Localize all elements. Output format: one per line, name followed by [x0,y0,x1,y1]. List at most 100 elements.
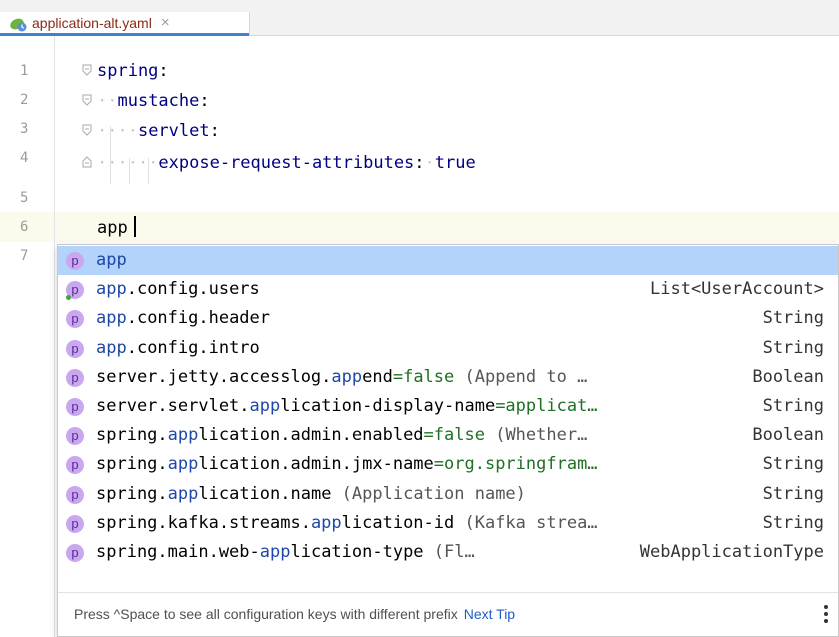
completion-item-text: app [96,246,127,275]
line-number-gutter: 1 2 3 4 5 6 7 [0,36,55,637]
completion-popup[interactable]: p app p app.config.users List<UserAccount> p a… [57,244,839,637]
fold-close-icon[interactable] [82,156,92,168]
completion-match: app [331,366,363,387]
completion-prefix: spring.kafka.streams. [96,512,311,533]
hint-text: Press ^Space to see all configuration ke… [74,606,458,622]
completion-item[interactable]: p app [58,246,838,275]
property-icon: p [66,456,84,475]
completion-item[interactable]: p server.servlet.application-display-name… [58,392,838,421]
completion-suffix: .config.intro [126,337,260,358]
editor-tab-bar: application-alt.yaml × [0,0,839,36]
completion-match: app [96,337,127,358]
completion-match: app [96,279,127,300]
completion-item[interactable]: p spring.kafka.streams.application-id (Ka… [58,509,838,538]
yaml-colon: : [209,121,220,141]
completion-item-type: String [762,483,824,504]
yaml-key: servlet [137,121,210,141]
completion-description: (Append to … [454,366,588,387]
completion-item[interactable]: p spring.application.name (Application na… [58,480,838,509]
property-icon: p [66,252,84,270]
property-icon: p [66,427,84,446]
completion-item[interactable]: p app.config.header String [58,304,838,333]
completion-prefix: server.jetty.accesslog. [96,366,332,387]
line-number: 1 [20,63,29,79]
line-number: 4 [20,150,29,166]
property-icon: p [66,544,84,562]
yaml-key: spring [97,61,159,81]
completion-item-text: app.config.header [96,304,270,333]
yaml-value: true [434,153,476,173]
code-line-4[interactable]: ······expose-request-attributes:·true [97,148,476,178]
completion-description: (Fl… [423,542,475,562]
next-tip-link[interactable]: Next Tip [464,606,515,622]
completion-suffix: lication.name [198,483,332,504]
whitespace-marker: ···· [97,121,138,141]
completion-default-value: =org.springfram… [433,454,598,475]
property-icon: p [66,398,84,416]
property-icon: p [66,485,84,504]
property-icon: p [66,310,84,329]
completion-suffix: .config.header [126,308,271,329]
current-line-highlight [55,212,839,242]
spring-leaf-icon [10,16,27,32]
yaml-key: mustache [117,91,200,111]
code-line-6[interactable]: app [97,213,128,243]
completion-item-type: Boolean [752,425,824,446]
completion-item-type: List<UserAccount> [650,279,824,300]
whitespace-marker: ······ [97,153,159,173]
completion-item-type: String [762,512,824,533]
completion-default-value: =false [392,366,455,387]
completion-match: app [167,454,199,475]
completion-item-type: String [762,308,824,329]
completion-match: app [249,396,281,416]
completion-match: app [167,483,199,504]
completion-suffix: end [362,366,393,387]
yaml-colon: : [199,91,210,111]
completion-suffix: lication-type [290,542,424,562]
yaml-colon: : [414,153,425,173]
completion-default-value: =applicat… [495,396,598,416]
completion-suffix: .config.users [126,279,260,300]
completion-match: app [96,250,127,270]
fold-open-icon[interactable] [82,124,92,136]
completion-prefix: server.servlet. [96,396,250,416]
status-dot-icon [66,295,71,301]
completion-item-text: spring.kafka.streams.application-id (Kaf… [96,509,598,538]
more-vertical-icon[interactable] [824,605,828,623]
fold-open-icon[interactable] [82,94,92,106]
completion-prefix: spring. [96,454,168,475]
completion-item[interactable]: p spring.application.admin.enabled=false … [58,421,838,450]
completion-item[interactable]: p spring.application.admin.jmx-name=org.s… [58,450,838,479]
completion-suffix: lication.admin.enabled [198,425,424,446]
completion-description: (Application name) [331,483,526,504]
whitespace-marker: · [424,153,435,173]
text-caret [134,216,136,237]
close-icon[interactable]: × [161,14,170,31]
whitespace-marker: ·· [97,91,118,111]
completion-item-type: WebApplicationType [639,542,824,562]
completion-match: app [96,308,127,329]
completion-item[interactable]: p server.jetty.accesslog.append=false (Ap… [58,363,838,392]
fold-open-icon[interactable] [82,64,92,76]
code-line-2[interactable]: ··mustache: [97,86,210,116]
completion-suffix: lication-display-name [280,396,496,416]
completion-match: app [167,425,199,446]
completion-item[interactable]: p spring.main.web-application-type (Fl… We… [58,538,838,567]
line-number: 6 [20,219,29,235]
completion-footer: Press ^Space to see all configuration ke… [58,592,838,636]
completion-prefix: spring.main.web- [96,542,260,562]
line-number: 5 [20,190,29,206]
completion-suffix: lication.admin.jmx-name [198,454,434,475]
property-icon: p [66,368,84,387]
property-icon: p [66,514,84,533]
completion-default-value: =false [423,425,485,446]
tab-application-alt-yaml[interactable]: application-alt.yaml × [0,12,250,36]
completion-item[interactable]: p app.config.users List<UserAccount> [58,275,838,304]
property-icon: p [66,339,84,358]
code-line-3[interactable]: ····servlet: [97,116,220,146]
completion-item[interactable]: p app.config.intro String [58,334,838,363]
completion-item-text: spring.application.admin.jmx-name=org.sp… [96,450,598,479]
line-number: 2 [20,92,29,108]
line-number: 3 [20,121,29,137]
code-line-1[interactable]: spring: [97,56,169,86]
